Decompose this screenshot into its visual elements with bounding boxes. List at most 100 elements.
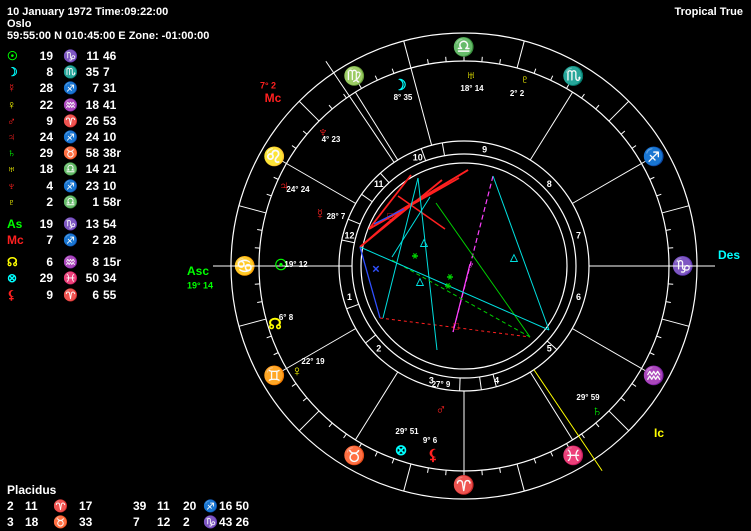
chart-planet-degree: 2° 2: [510, 89, 525, 98]
zodiac-divider: [238, 205, 267, 214]
aspect-line: [435, 202, 531, 338]
chart-ring-4: [360, 162, 568, 370]
zodiac-sign-glyph: ♈: [453, 474, 475, 495]
house-cusp-line: [286, 163, 356, 204]
house-cusp-line: [529, 371, 574, 441]
zodiac-tick: [374, 75, 378, 81]
zodiac-divider: [661, 318, 690, 327]
zodiac-sign-glyph: ♒: [642, 364, 664, 385]
chart-planet-glyph: ♇: [519, 71, 530, 88]
aspect-glyph: □: [453, 322, 459, 333]
chart-ring-3: [351, 153, 577, 379]
chart-planet-degree: 27° 9: [432, 380, 451, 389]
house-number: 6: [576, 292, 581, 302]
zodiac-tick: [343, 93, 347, 99]
aspect-line: [391, 259, 531, 338]
chart-planet-degree: 8° 35: [394, 93, 413, 102]
chart-planet-degree: 24° 24: [286, 185, 310, 194]
zodiac-tick: [595, 104, 600, 110]
chart-planet-glyph: ⊗: [395, 442, 408, 459]
zodiac-tick: [391, 68, 395, 74]
house-number: 5: [547, 344, 552, 354]
aspect-glyph: ✕: [372, 265, 380, 276]
zodiac-sign-glyph: ♎: [453, 36, 475, 57]
zodiac-divider: [661, 205, 690, 214]
house-cusp-line: [572, 328, 642, 369]
zodiac-tick: [649, 176, 655, 180]
house-number: 11: [374, 179, 384, 189]
zodiac-tick: [620, 130, 626, 135]
chart-planet-glyph: ♄: [591, 403, 602, 420]
zodiac-tick: [266, 335, 272, 339]
house-cusp-line: [410, 67, 433, 146]
zodiac-tick: [620, 397, 626, 402]
zodiac-sign-glyph: ♏: [562, 65, 584, 86]
house-number: 8: [547, 179, 552, 189]
aspect-glyph: △: [509, 253, 518, 264]
zodiac-tick: [257, 229, 263, 231]
chart-planet-degree: 9° 6: [423, 436, 438, 445]
planet-position-tick: [441, 142, 446, 156]
chart-planet-degree: 6° 8: [279, 313, 294, 322]
chart-planet-degree: 29° 51: [395, 427, 419, 436]
zodiac-tick: [302, 130, 308, 135]
planet-position-tick: [347, 218, 361, 225]
chart-planet-glyph: ☿: [314, 206, 325, 223]
zodiac-divider: [403, 463, 412, 492]
aspect-glyph: △: [415, 277, 424, 288]
house-cusp-line: [529, 91, 574, 161]
house-number: 2: [376, 344, 381, 354]
planet-position-tick: [361, 193, 373, 203]
chart-planet-degree: 29° 59: [576, 393, 600, 402]
aspect-line: [359, 208, 405, 248]
chart-planet-degree: 22° 19: [301, 357, 325, 366]
house-number: 12: [345, 231, 355, 241]
planet-position-tick: [479, 376, 482, 390]
zodiac-tick: [550, 451, 554, 457]
aspect-glyph: □: [387, 212, 393, 223]
aspect-glyph: △: [419, 238, 428, 249]
zodiac-divider: [608, 410, 630, 432]
zodiac-sign-glyph: ♊: [263, 364, 285, 385]
zodiac-tick: [273, 352, 279, 356]
zodiac-tick: [581, 93, 585, 99]
aspect-glyph: ⚹: [411, 251, 419, 262]
chart-planet-glyph: ♂: [435, 401, 446, 418]
descendant-label: Des: [718, 248, 740, 262]
zodiac-tick: [328, 104, 333, 110]
zodiac-tick: [328, 422, 333, 428]
aspect-glyph: ⚹: [444, 281, 452, 292]
zodiac-tick: [533, 68, 537, 74]
zodiac-tick: [291, 145, 297, 149]
zodiac-sign-glyph: ♌: [263, 145, 285, 166]
zodiac-tick: [391, 458, 395, 464]
zodiac-tick: [302, 397, 308, 402]
zodiac-tick: [631, 383, 637, 387]
house-number: 7: [576, 231, 581, 241]
zodiac-tick: [550, 75, 554, 81]
zodiac-tick: [581, 433, 585, 439]
house-cusp-line: [354, 371, 399, 441]
chart-window: { "header": { "date_time": "10 January 1…: [0, 0, 751, 531]
zodiac-divider: [238, 318, 267, 327]
zodiac-tick: [499, 59, 501, 65]
house-number: 1: [347, 292, 352, 302]
imum-coeli-label: Ic: [654, 426, 664, 440]
zodiac-tick: [665, 301, 671, 303]
aspect-line: [359, 246, 550, 331]
zodiac-tick: [656, 335, 662, 339]
chart-planet-glyph: ♅: [465, 67, 476, 84]
zodiac-sign-glyph: ♋: [234, 255, 256, 276]
zodiac-tick: [656, 193, 662, 197]
zodiac-divider: [516, 40, 525, 69]
zodiac-sign-glyph: ♑: [672, 255, 694, 276]
midheaven-label: Mc: [265, 91, 282, 105]
house-cusp-line: [354, 91, 399, 161]
zodiac-tick: [595, 422, 600, 428]
zodiac-tick: [649, 352, 655, 356]
zodiac-sign-glyph: ♍: [343, 65, 365, 86]
zodiac-divider: [403, 40, 412, 69]
chart-planet-degree: 4° 23: [322, 135, 341, 144]
chart-planet-glyph: ⚸: [428, 447, 439, 464]
chart-planet-degree: 18° 14: [460, 84, 484, 93]
